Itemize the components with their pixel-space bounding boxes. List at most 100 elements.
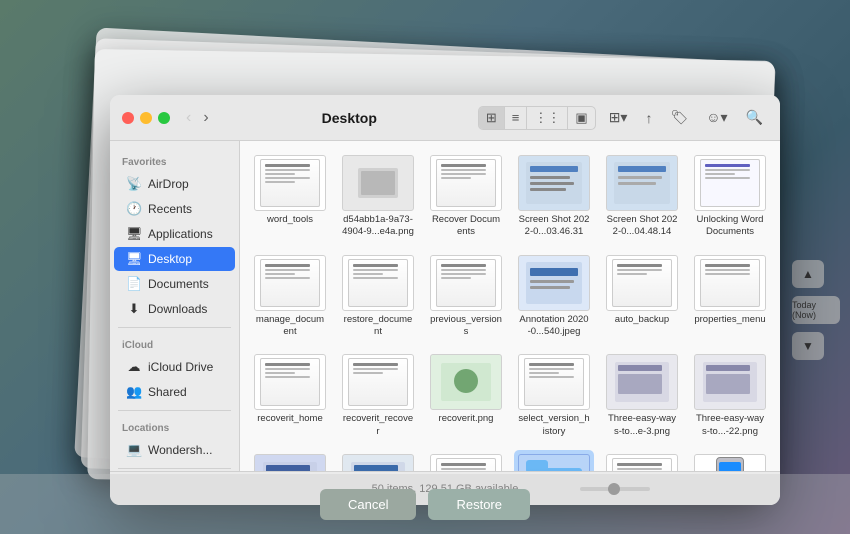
search-button[interactable]: 🔍 bbox=[741, 106, 768, 129]
tag-button[interactable]: 🏷 bbox=[665, 106, 693, 129]
file-item[interactable]: finder_gotofolder bbox=[690, 450, 770, 471]
file-thumbnail bbox=[694, 354, 766, 410]
file-label: d54abb1a-9a73-4904-9...e4a.png bbox=[342, 214, 414, 239]
file-thumbnail bbox=[694, 155, 766, 211]
file-item[interactable]: properties_menu bbox=[690, 251, 770, 343]
maximize-button[interactable] bbox=[158, 112, 170, 124]
file-item-recover-docs-mac[interactable]: Recover Documents Mac bbox=[514, 450, 594, 471]
file-thumbnail bbox=[254, 255, 326, 311]
file-label: recoverit_home bbox=[257, 413, 322, 425]
file-item[interactable]: Recover Documents bbox=[426, 151, 506, 243]
file-label: recoverit_recover bbox=[342, 413, 414, 438]
sidebar-item-documents[interactable]: 📄 Documents bbox=[114, 272, 235, 296]
grid-container: word_tools d54abb1a-9a73-4904-9...e4a.pn… bbox=[250, 151, 770, 471]
file-preview-svg bbox=[612, 160, 672, 206]
nav-arrows: ‹ › bbox=[182, 107, 213, 129]
sidebar-item-recents[interactable]: 🕐 Recents bbox=[114, 197, 235, 221]
favorites-label: Favorites bbox=[110, 151, 239, 171]
file-item[interactable]: browse_version_menu bbox=[426, 450, 506, 471]
file-item[interactable]: select_version_history bbox=[514, 350, 594, 442]
view-grid-button[interactable]: ⊞ bbox=[479, 107, 505, 129]
file-preview-svg bbox=[261, 460, 319, 471]
file-preview-svg bbox=[353, 163, 403, 203]
file-item[interactable]: recoverit_home bbox=[250, 350, 330, 442]
file-thumbnail bbox=[606, 454, 678, 471]
file-preview-svg bbox=[524, 160, 584, 206]
close-button[interactable] bbox=[122, 112, 134, 124]
file-item[interactable]: word_tools bbox=[250, 151, 330, 243]
file-label: Unlocking Word Documents bbox=[694, 214, 766, 239]
folder-back bbox=[526, 468, 582, 471]
sidebar-item-label: Recents bbox=[148, 202, 192, 216]
file-item[interactable]: recoverit.png bbox=[426, 350, 506, 442]
file-thumbnail bbox=[518, 354, 590, 410]
file-thumbnail bbox=[342, 155, 414, 211]
traffic-lights bbox=[122, 112, 170, 124]
file-item[interactable]: Screen Shot 2022-0...04.48.14 bbox=[602, 151, 682, 243]
share-button[interactable]: ↑ bbox=[640, 107, 657, 129]
right-badges: ▲ Today (Now) ▼ bbox=[792, 260, 840, 360]
sidebar-item-shared[interactable]: 👥 Shared bbox=[114, 380, 235, 404]
file-item[interactable]: Annotation 2020-0...540.jpeg bbox=[514, 251, 594, 343]
file-thumbnail bbox=[606, 255, 678, 311]
file-item[interactable]: restore_document bbox=[338, 251, 418, 343]
file-item[interactable]: Unlocking Word Documents bbox=[690, 151, 770, 243]
minimize-button[interactable] bbox=[140, 112, 152, 124]
file-preview-svg bbox=[613, 360, 671, 404]
sidebar-item-icloud[interactable]: ☁ iCloud Drive bbox=[114, 355, 235, 379]
sidebar: Favorites 📡 AirDrop 🕐 Recents 🖥 Applicat… bbox=[110, 141, 240, 471]
file-thumbnail bbox=[518, 155, 590, 211]
file-item[interactable]: Three-easy-ways-to...e-3.png bbox=[602, 350, 682, 442]
file-label: select_version_history bbox=[518, 413, 590, 438]
file-label: Recover Documents bbox=[430, 214, 502, 239]
view-options-button[interactable]: ⊞▾ bbox=[604, 106, 633, 129]
file-item[interactable]: auto_backup bbox=[602, 251, 682, 343]
file-item[interactable]: d54abb1a-9a73-4904-9...e4a.png bbox=[338, 151, 418, 243]
sidebar-item-downloads[interactable]: ⬇ Downloads bbox=[114, 297, 235, 321]
file-thumbnail bbox=[342, 255, 414, 311]
back-button[interactable]: ‹ bbox=[182, 107, 195, 129]
cancel-button[interactable]: Cancel bbox=[320, 489, 416, 520]
file-item[interactable]: version_history bbox=[250, 450, 330, 471]
view-gallery-button[interactable]: ▣ bbox=[568, 107, 594, 129]
file-thumbnail bbox=[254, 454, 326, 471]
file-thumbnail bbox=[606, 155, 678, 211]
restore-button[interactable]: Restore bbox=[428, 489, 530, 520]
scroll-down[interactable]: ▼ bbox=[792, 332, 824, 360]
sidebar-item-label: AirDrop bbox=[148, 177, 189, 191]
window-title: Desktop bbox=[221, 110, 478, 126]
file-item[interactable]: version_history_mac bbox=[602, 450, 682, 471]
sidebar-item-applications[interactable]: 🖥 Applications bbox=[114, 222, 235, 246]
wondershare-icon: 💻 bbox=[126, 442, 142, 458]
file-preview-svg bbox=[349, 460, 407, 471]
applications-icon: 🖥 bbox=[126, 226, 142, 242]
file-label: Screen Shot 2022-0...03.46.31 bbox=[518, 214, 590, 239]
file-thumbnail bbox=[694, 454, 766, 471]
file-grid: word_tools d54abb1a-9a73-4904-9...e4a.pn… bbox=[240, 141, 780, 471]
forward-button[interactable]: › bbox=[199, 107, 212, 129]
sidebar-item-label: Shared bbox=[148, 385, 187, 399]
icloud-label: iCloud bbox=[110, 334, 239, 354]
title-bar: ‹ › Desktop ⊞ ≡ ⋮⋮ ▣ ⊞▾ ↑ 🏷 ☺▾ 🔍 bbox=[110, 95, 780, 141]
file-label: recoverit.png bbox=[439, 413, 494, 425]
file-item[interactable]: manage_document bbox=[250, 251, 330, 343]
file-item[interactable]: recoverit_recover bbox=[338, 350, 418, 442]
view-columns-button[interactable]: ⋮⋮ bbox=[527, 107, 568, 129]
file-item[interactable]: Screen Shot 2022-0...03.46.31 bbox=[514, 151, 594, 243]
file-label: restore_document bbox=[342, 314, 414, 339]
view-list-button[interactable]: ≡ bbox=[505, 107, 528, 129]
emoji-button[interactable]: ☺▾ bbox=[701, 106, 732, 129]
scroll-up[interactable]: ▲ bbox=[792, 260, 824, 288]
sidebar-item-airdrop[interactable]: 📡 AirDrop bbox=[114, 172, 235, 196]
file-item[interactable]: Wondershare-Recover...rive.jpeg bbox=[338, 450, 418, 471]
sidebar-item-label: iCloud Drive bbox=[148, 360, 213, 374]
sidebar-item-desktop[interactable]: 🖥 Desktop bbox=[114, 247, 235, 271]
file-item[interactable]: previous_versions bbox=[426, 251, 506, 343]
file-label: Annotation 2020-0...540.jpeg bbox=[518, 314, 590, 339]
file-item[interactable]: Three-easy-ways-to...-22.png bbox=[690, 350, 770, 442]
sidebar-item-label: Desktop bbox=[148, 252, 192, 266]
file-thumbnail bbox=[254, 155, 326, 211]
bottom-bar: Cancel Restore bbox=[0, 474, 850, 534]
file-thumbnail bbox=[518, 255, 590, 311]
sidebar-item-wondershare[interactable]: 💻 Wondersh... bbox=[114, 438, 235, 462]
